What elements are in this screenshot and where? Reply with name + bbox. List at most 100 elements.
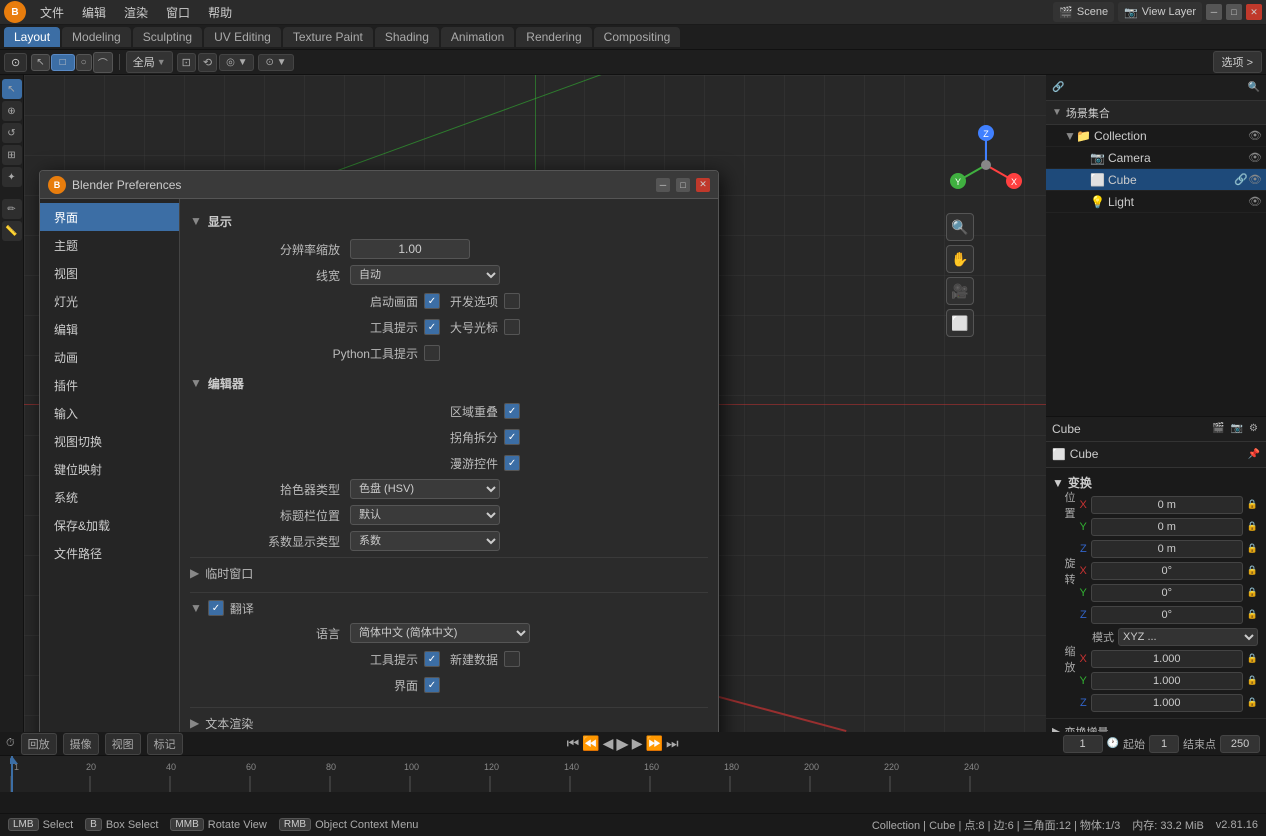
- tab-compositing[interactable]: Compositing: [594, 27, 681, 47]
- linewidth-select[interactable]: 自动: [350, 265, 500, 285]
- rotate-tool-btn[interactable]: ↺: [2, 123, 22, 143]
- pref-close[interactable]: ✕: [696, 178, 710, 192]
- rot-x-input[interactable]: [1091, 562, 1243, 580]
- pos-x-lock[interactable]: 🔒: [1247, 499, 1258, 510]
- camera-btn[interactable]: ⬜: [946, 309, 974, 337]
- scene-name-display[interactable]: Scene: [1077, 6, 1108, 18]
- dev-extras-checkbox[interactable]: [504, 293, 520, 309]
- header-pos-select[interactable]: 默认: [350, 505, 500, 525]
- tab-shading[interactable]: Shading: [375, 27, 439, 47]
- navigate-controls-checkbox[interactable]: [504, 455, 520, 471]
- current-frame-input[interactable]: [1063, 735, 1103, 753]
- snap-btn[interactable]: ⊡: [177, 53, 196, 72]
- zoom-in-btn[interactable]: 🔍: [946, 213, 974, 241]
- transform-header[interactable]: ▼ 变换: [1052, 472, 1260, 494]
- mode-selector[interactable]: ⊙: [4, 53, 27, 72]
- python-tooltips-checkbox[interactable]: [424, 345, 440, 361]
- props-settings-icon[interactable]: ⚙: [1247, 421, 1260, 436]
- scale-y-lock[interactable]: 🔒: [1247, 675, 1258, 686]
- pin-icon[interactable]: 📌: [1248, 449, 1260, 460]
- pref-nav-viewport[interactable]: 视图: [40, 259, 179, 287]
- pref-nav-animation[interactable]: 动画: [40, 343, 179, 371]
- pref-nav-theme[interactable]: 主题: [40, 231, 179, 259]
- pos-x-input[interactable]: [1091, 496, 1243, 514]
- translation-enabled-checkbox[interactable]: [208, 600, 224, 616]
- measure-tool-btn[interactable]: 📏: [2, 221, 22, 241]
- blender-logo[interactable]: B: [4, 1, 26, 23]
- end-frame-input[interactable]: [1220, 735, 1260, 753]
- pos-y-lock[interactable]: 🔒: [1247, 521, 1258, 532]
- tab-sculpting[interactable]: Sculpting: [133, 27, 202, 47]
- menu-window[interactable]: 窗口: [158, 2, 198, 23]
- props-scene-icon[interactable]: 🎬: [1210, 421, 1226, 436]
- menu-help[interactable]: 帮助: [200, 2, 240, 23]
- rot-y-lock[interactable]: 🔒: [1247, 587, 1258, 598]
- light-eye[interactable]: 👁: [1248, 195, 1262, 208]
- transform-tool-btn[interactable]: ✦: [2, 167, 22, 187]
- pivot-btn[interactable]: ◎ ▼: [219, 54, 254, 71]
- tree-collection[interactable]: ▼ 📁 Collection 👁: [1046, 125, 1266, 147]
- color-picker-select[interactable]: 色盘 (HSV): [350, 479, 500, 499]
- scale-x-lock[interactable]: 🔒: [1247, 653, 1258, 664]
- large-cursor-checkbox[interactable]: [504, 319, 520, 335]
- pref-nav-file-paths[interactable]: 文件路径: [40, 539, 179, 567]
- translate-ui-checkbox[interactable]: [424, 677, 440, 693]
- cursor-tool-btn[interactable]: ↖: [2, 79, 22, 99]
- tree-light[interactable]: 💡 Light 👁: [1046, 191, 1266, 213]
- pref-nav-interface[interactable]: 界面: [40, 203, 179, 231]
- jump-end-btn[interactable]: ⏭: [666, 735, 679, 752]
- proportional-btn[interactable]: ⊙ ▼: [258, 54, 293, 71]
- rot-y-input[interactable]: [1091, 584, 1243, 602]
- play-btn[interactable]: ▶: [616, 734, 628, 754]
- factor-display-select[interactable]: 系数: [350, 531, 500, 551]
- viewport[interactable]: Z X Y 🔍 ✋: [24, 75, 1046, 732]
- rot-z-lock[interactable]: 🔒: [1247, 609, 1258, 620]
- timeline-ruler[interactable]: 1 20 40 60 80 100 120 140 160: [0, 756, 1266, 792]
- pref-nav-save-load[interactable]: 保存&加载: [40, 511, 179, 539]
- scale-y-input[interactable]: [1091, 672, 1243, 690]
- start-frame-input[interactable]: [1149, 735, 1179, 753]
- select-circle[interactable]: ○: [76, 54, 92, 71]
- collection-eye[interactable]: 👁: [1248, 129, 1262, 142]
- window-close[interactable]: ✕: [1246, 4, 1262, 20]
- cursor-tool[interactable]: ↖: [31, 54, 49, 71]
- jump-start-btn[interactable]: ⏮: [567, 735, 580, 752]
- pref-display-header[interactable]: ▼ 显示: [190, 209, 708, 233]
- tab-uv-editing[interactable]: UV Editing: [204, 27, 281, 47]
- rotation-mode-select[interactable]: XYZ ...: [1118, 628, 1258, 646]
- pos-z-input[interactable]: [1091, 540, 1243, 558]
- pos-z-lock[interactable]: 🔒: [1247, 543, 1258, 554]
- tree-cube[interactable]: ⬜ Cube 🔗 👁: [1046, 169, 1266, 191]
- pref-translation-header[interactable]: ▼ 翻译: [190, 597, 708, 619]
- view-layer-display[interactable]: View Layer: [1142, 6, 1196, 18]
- tree-camera[interactable]: 📷 Camera 👁: [1046, 147, 1266, 169]
- pref-editor-header[interactable]: ▼ 编辑器: [190, 371, 708, 395]
- options-btn[interactable]: 选项 >: [1213, 51, 1262, 73]
- delta-transform-section[interactable]: ▶ 变换增量: [1046, 719, 1266, 733]
- scale-x-input[interactable]: [1091, 650, 1243, 668]
- pref-maximize[interactable]: □: [676, 178, 690, 192]
- pref-nav-input[interactable]: 输入: [40, 399, 179, 427]
- step-fwd-btn[interactable]: ▶: [632, 735, 643, 752]
- orbit-btn[interactable]: 🎥: [946, 277, 974, 305]
- pref-tempwindow-header[interactable]: ▶ 临时窗口: [190, 562, 708, 584]
- transform-btn[interactable]: ⟲: [198, 53, 217, 72]
- window-maximize[interactable]: □: [1226, 4, 1242, 20]
- pan-btn[interactable]: ✋: [946, 245, 974, 273]
- object-name-field[interactable]: Cube: [1070, 447, 1244, 461]
- new-data-checkbox[interactable]: [504, 651, 520, 667]
- step-back-btn[interactable]: ◀: [603, 735, 614, 752]
- pref-minimize[interactable]: ─: [656, 178, 670, 192]
- pref-nav-lights[interactable]: 灯光: [40, 287, 179, 315]
- tab-layout[interactable]: Layout: [4, 27, 60, 47]
- playback-btn[interactable]: 回放: [21, 733, 57, 755]
- view-btn[interactable]: 视图: [105, 733, 141, 755]
- pref-textrender-header[interactable]: ▶ 文本渲染: [190, 712, 708, 732]
- tab-texture-paint[interactable]: Texture Paint: [283, 27, 373, 47]
- annotate-tool-btn[interactable]: ✏: [2, 199, 22, 219]
- props-render-icon[interactable]: 📷: [1229, 421, 1245, 436]
- translate-tooltips-checkbox[interactable]: [424, 651, 440, 667]
- startup-checkbox[interactable]: [424, 293, 440, 309]
- timeline-mode-btn[interactable]: ⏱: [6, 737, 15, 750]
- pref-nav-editing[interactable]: 编辑: [40, 315, 179, 343]
